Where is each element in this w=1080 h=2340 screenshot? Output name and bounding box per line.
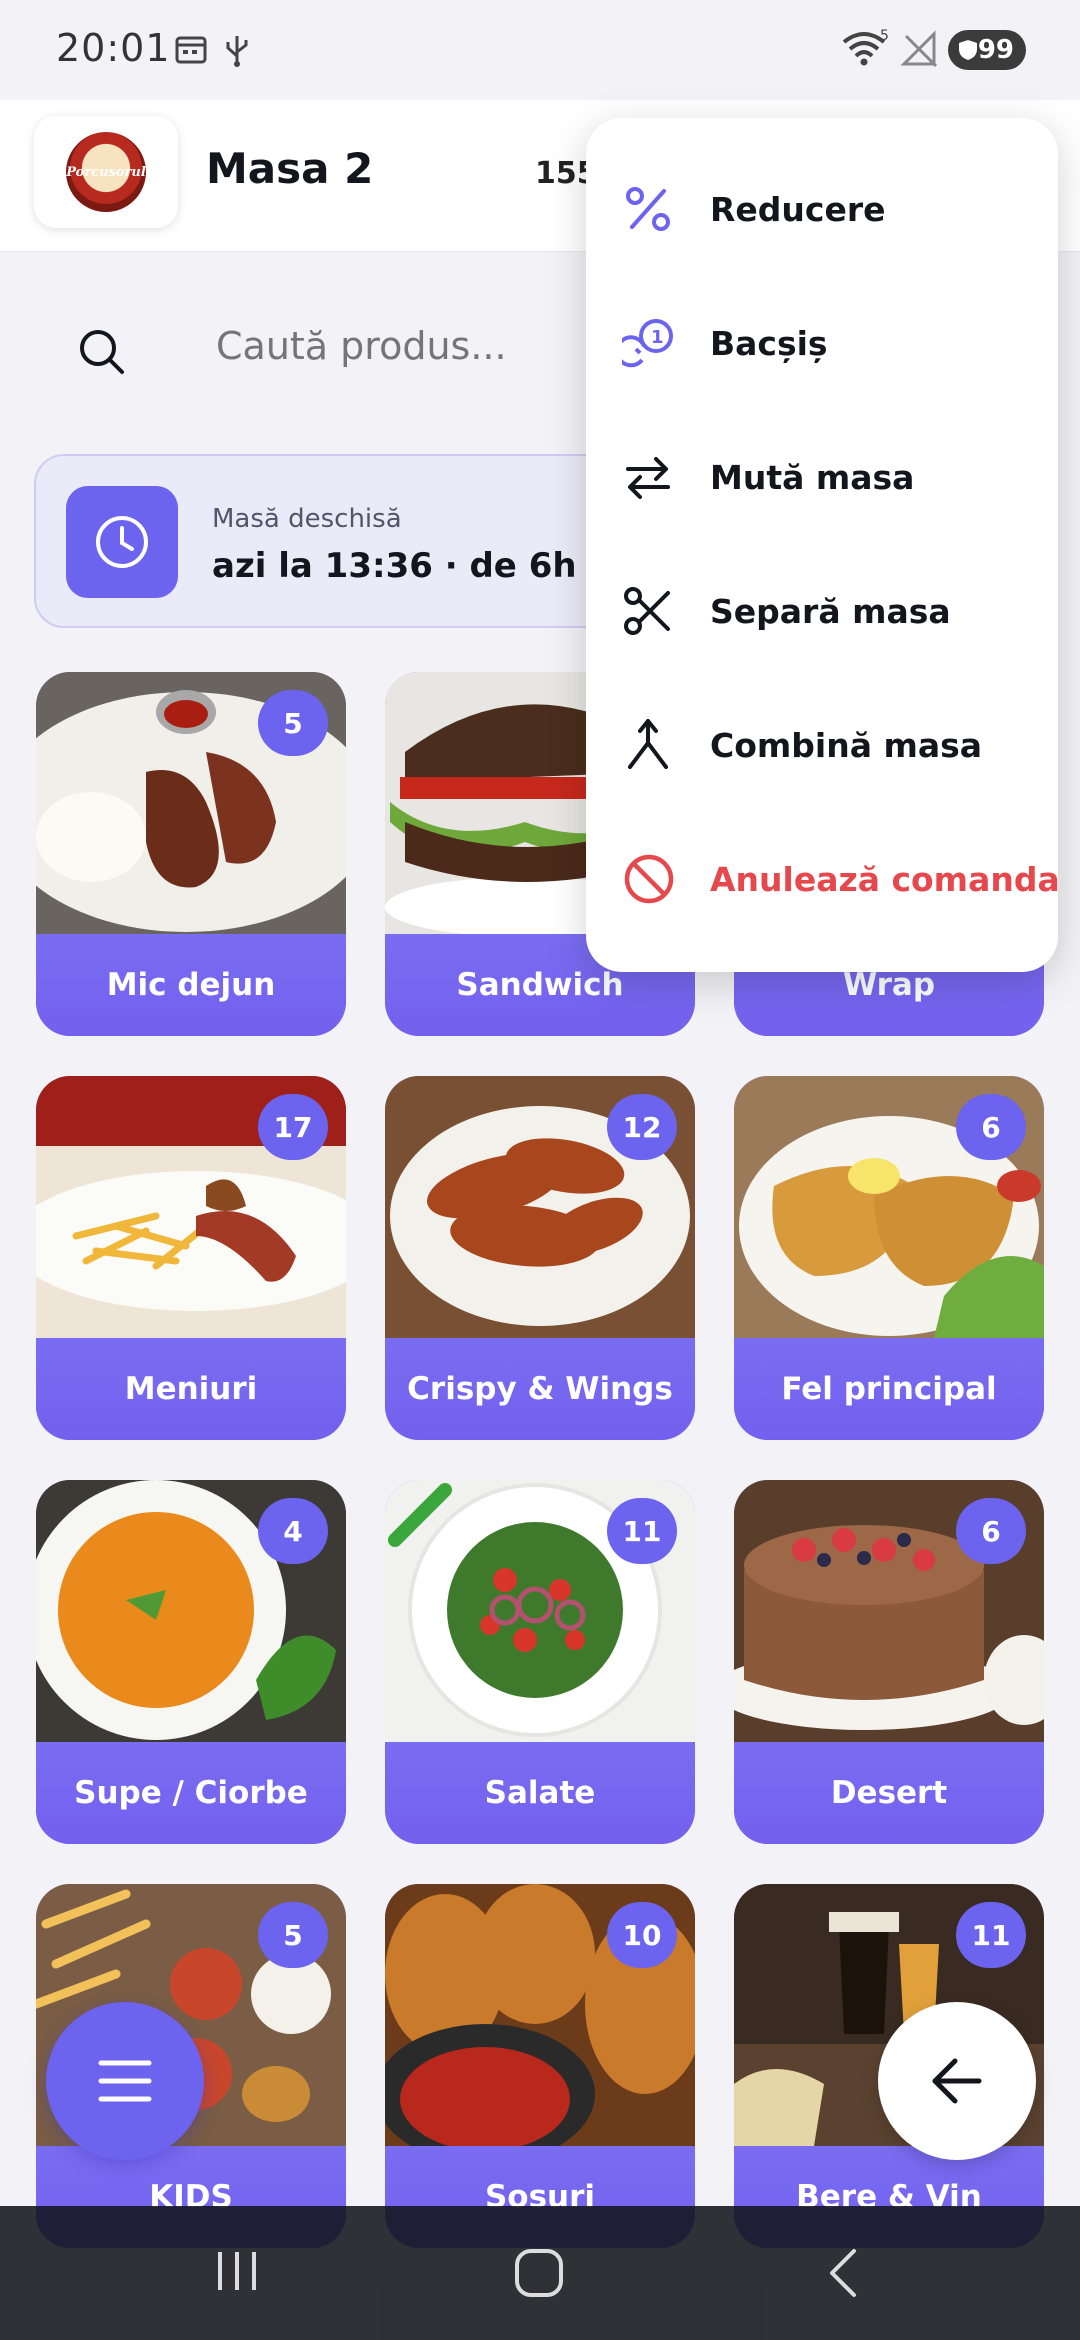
item-count-badge: 6 (956, 1094, 1026, 1160)
item-count-badge: 4 (258, 1498, 328, 1564)
category-tile-desert[interactable]: 6 Desert (734, 1480, 1044, 1844)
item-count-badge: 5 (258, 690, 328, 756)
home-icon[interactable] (512, 2246, 566, 2300)
recent-apps-icon[interactable] (212, 2246, 262, 2296)
menu-item-reducere[interactable]: Reducere (586, 142, 1058, 276)
menu-item-bacsis[interactable]: 1 Bacșiș (586, 276, 1058, 410)
item-count-badge: 5 (258, 1902, 328, 1968)
menu-fab-button[interactable] (46, 2002, 204, 2160)
category-tile-mic-dejun[interactable]: 5 Mic dejun (36, 672, 346, 1036)
swap-icon (626, 457, 670, 499)
arrow-left-icon (932, 2058, 982, 2104)
no-signal-icon (900, 30, 938, 68)
menu-item-label: Mută masa (710, 457, 915, 497)
search-input[interactable] (216, 324, 636, 368)
clock-icon (96, 516, 148, 568)
menu-item-combina-masa[interactable]: Combină masa (586, 678, 1058, 812)
search-icon (80, 330, 124, 374)
table-actions-menu: Reducere 1 Bacșiș Mută masa Separă masa (586, 118, 1060, 972)
category-tile-supe-ciorbe[interactable]: 4 Supe / Ciorbe (36, 1480, 346, 1844)
back-nav-icon[interactable] (824, 2246, 864, 2300)
menu-item-anuleaza-comanda[interactable]: Anulează comanda (586, 812, 1060, 946)
restaurant-logo: Porcusorul (34, 116, 178, 228)
item-count-badge: 10 (607, 1902, 677, 1968)
menu-item-label: Anulează comanda (710, 859, 1060, 899)
category-tile-sosuri[interactable]: 10 Sosuri (385, 1884, 695, 2248)
table-title: Masa 2 (206, 144, 374, 193)
item-count-badge: 17 (258, 1094, 328, 1160)
category-tile-fel-principal[interactable]: 6 Fel principal (734, 1076, 1044, 1440)
ban-icon (624, 854, 674, 904)
percent-icon (626, 187, 670, 231)
item-count-badge: 12 (607, 1094, 677, 1160)
category-label: Mic dejun (36, 934, 346, 1036)
category-label: Fel principal (734, 1338, 1044, 1440)
menu-item-muta-masa[interactable]: Mută masa (586, 410, 1058, 544)
menu-item-label: Separă masa (710, 591, 951, 631)
category-label: Salate (385, 1742, 695, 1844)
menu-item-separa-masa[interactable]: Separă masa (586, 544, 1058, 678)
category-tile-crispy-wings[interactable]: 12 Crispy & Wings (385, 1076, 695, 1440)
back-fab-button[interactable] (878, 2002, 1036, 2160)
wifi-icon: 5 (842, 28, 889, 66)
item-count-badge: 6 (956, 1498, 1026, 1564)
hamburger-icon (98, 2060, 152, 2102)
category-label: Desert (734, 1742, 1044, 1844)
category-tile-meniuri[interactable]: 17 Meniuri (36, 1076, 346, 1440)
clock-tile (66, 486, 178, 598)
category-tile-salate[interactable]: 11 Salate (385, 1480, 695, 1844)
category-label: Crispy & Wings (385, 1338, 695, 1440)
system-navigation-bar (0, 2206, 1080, 2340)
menu-item-label: Bacșiș (710, 323, 828, 363)
status-bar: 20:01 5 99 (0, 0, 1080, 100)
battery-level: 99 (977, 35, 1014, 65)
battery-indicator: 99 (948, 30, 1026, 70)
merge-icon (628, 719, 668, 769)
status-time: 20:01 (56, 26, 171, 70)
open-table-label: Masă deschisă (212, 504, 402, 534)
item-count-badge: 11 (607, 1498, 677, 1564)
shield-icon (959, 40, 977, 60)
calendar-icon (175, 36, 207, 64)
logo-text: Porcusorul (66, 164, 146, 180)
menu-item-label: Reducere (710, 189, 886, 229)
coins-icon: 1 (622, 319, 673, 368)
svg-text:1: 1 (651, 327, 664, 348)
usb-icon (226, 36, 248, 67)
category-label: Supe / Ciorbe (36, 1742, 346, 1844)
wifi-badge: 5 (880, 28, 889, 44)
item-count-badge: 11 (956, 1902, 1026, 1968)
menu-item-label: Combină masa (710, 725, 983, 765)
scissors-icon (624, 587, 670, 635)
category-label: Meniuri (36, 1338, 346, 1440)
logo-emblem: Porcusorul (66, 132, 146, 212)
